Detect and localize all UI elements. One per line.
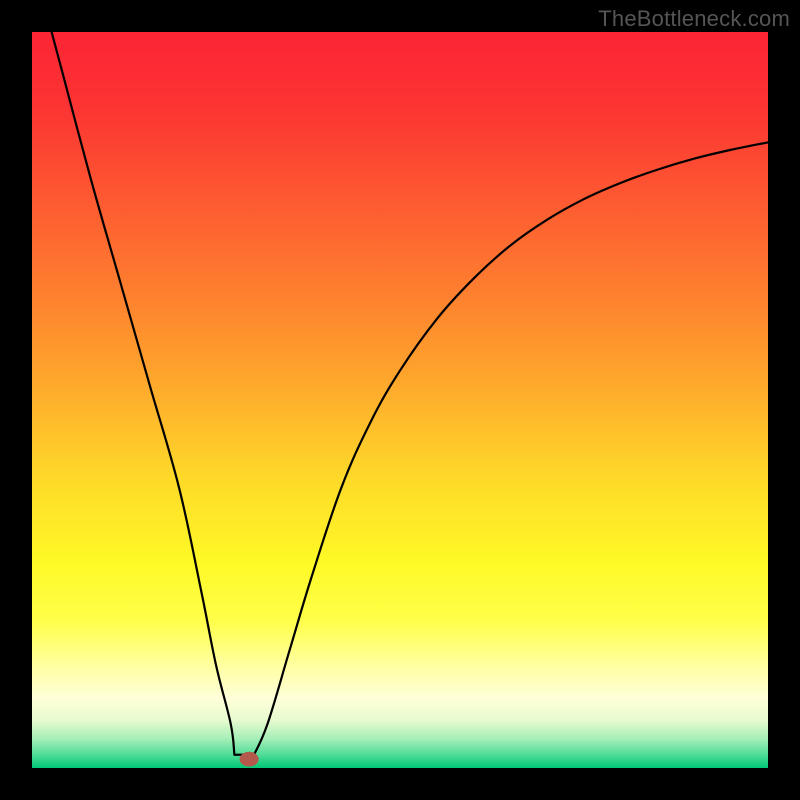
chart-frame: TheBottleneck.com (0, 0, 800, 800)
optimum-marker (240, 752, 259, 767)
plot-svg (32, 32, 768, 768)
watermark-text: TheBottleneck.com (598, 6, 790, 32)
gradient-background (32, 32, 768, 768)
plot-area (32, 32, 768, 768)
